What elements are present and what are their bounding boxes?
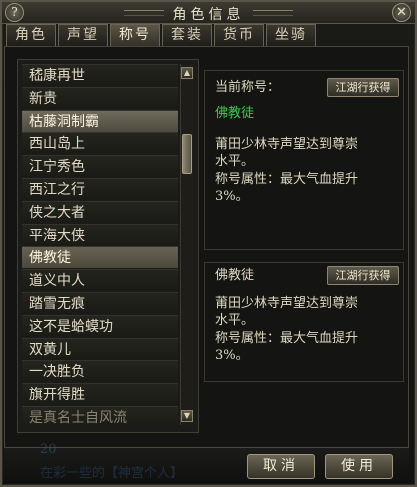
selected-title-source-button[interactable]: 江湖行获得 — [327, 266, 399, 285]
window-title: 角色信息 — [172, 7, 245, 23]
tab-character[interactable]: 角色 — [6, 24, 56, 46]
title-list-item[interactable]: 是真名士自风流 — [22, 406, 178, 428]
title-list-item[interactable]: 佛教徒 — [22, 246, 178, 268]
title-ornament-right-icon — [253, 10, 293, 16]
title-list-item[interactable]: 西江之行 — [22, 178, 178, 200]
title-list-item[interactable]: 侠之大者 — [22, 201, 178, 223]
use-button[interactable]: 使用 — [325, 454, 393, 479]
title-list-item[interactable]: 这不是蛤蟆功 — [22, 315, 178, 337]
tab-currency[interactable]: 货币 — [214, 24, 264, 46]
title-list-scrollbar[interactable] — [180, 64, 194, 425]
tab-equipment-sets[interactable]: 套装 — [162, 24, 212, 46]
selected-title-attr-line1: 称号属性：最大气血提升 — [215, 331, 359, 346]
tab-reputation[interactable]: 声望 — [58, 24, 108, 46]
selected-title-desc-line2: 水平。 — [215, 313, 255, 328]
close-button[interactable]: ✕ — [392, 3, 411, 22]
scroll-thumb[interactable] — [182, 134, 192, 174]
tab-bar: 角色 声望 称号 套装 货币 坐骑 — [6, 24, 316, 48]
title-list-item[interactable]: 江宁秀色 — [22, 155, 178, 177]
current-title-name: 佛教徒 — [215, 106, 255, 121]
current-title-source-button[interactable]: 江湖行获得 — [327, 78, 399, 97]
scroll-up-icon[interactable]: ▲ — [181, 67, 193, 79]
scroll-down-icon[interactable]: ▼ — [181, 410, 193, 422]
current-title-desc-line2: 水平。 — [215, 154, 255, 169]
title-list-item[interactable]: 嵇康再世 — [22, 64, 178, 86]
title-list-item[interactable]: 道义中人 — [22, 269, 178, 291]
background-text-line2: 在彩一些的【神宫个人】 — [40, 466, 184, 481]
selected-title-name: 佛教徒 — [215, 268, 255, 283]
current-title-label: 当前称号： — [215, 80, 281, 95]
title-list-item[interactable]: 旗开得胜 — [22, 383, 178, 405]
tab-mounts[interactable]: 坐骑 — [266, 24, 316, 46]
title-list-item[interactable]: 双黄儿 — [22, 338, 178, 360]
current-title-attr-line2: 3%。 — [215, 189, 249, 204]
title-list-item[interactable]: 西山岛上 — [22, 132, 178, 154]
selected-title-attr-line2: 3%。 — [215, 348, 249, 363]
current-title-desc-line1: 莆田少林寺声望达到尊崇 — [215, 137, 359, 152]
title-bar: ? 角色信息 ✕ — [2, 2, 415, 24]
cancel-button[interactable]: 取消 — [247, 454, 315, 479]
current-title-attr-line1: 称号属性：最大气血提升 — [215, 172, 359, 187]
tab-titles[interactable]: 称号 — [110, 24, 160, 48]
background-text-line1: 20 — [40, 442, 57, 457]
title-list-item[interactable]: 踏雪无痕 — [22, 292, 178, 314]
title-list-item[interactable]: 一决胜负 — [22, 360, 178, 382]
title-list-item[interactable]: 平海大侠 — [22, 224, 178, 246]
title-list-item[interactable]: 枯藤洞制霸 — [22, 110, 178, 132]
selected-title-desc-line1: 莆田少林寺声望达到尊崇 — [215, 296, 359, 311]
title-list-item[interactable]: 新贵 — [22, 87, 178, 109]
